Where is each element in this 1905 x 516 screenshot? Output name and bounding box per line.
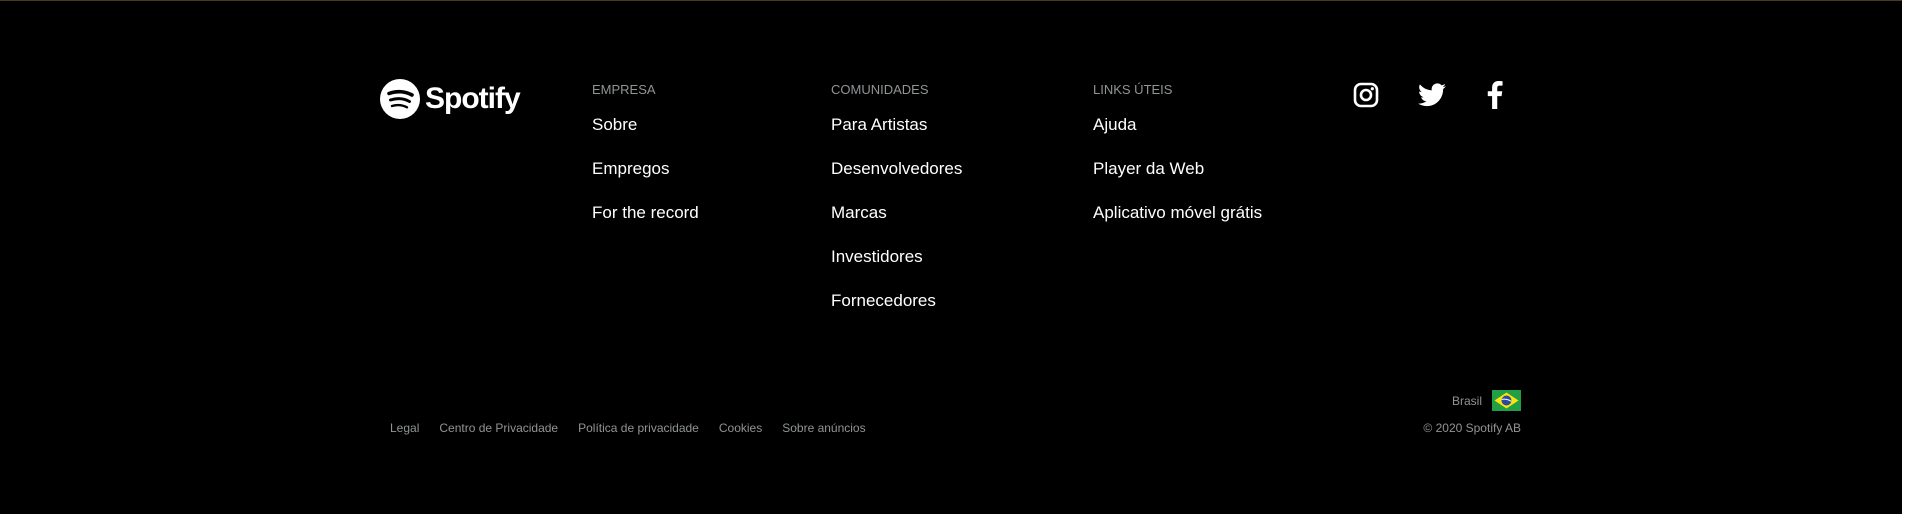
footer-link-empregos[interactable]: Empregos bbox=[592, 159, 669, 178]
footer-link-para-artistas[interactable]: Para Artistas bbox=[831, 115, 927, 134]
footer-link-fornecedores[interactable]: Fornecedores bbox=[831, 291, 936, 310]
copyright-text: © 2020 Spotify AB bbox=[1423, 421, 1521, 435]
footer-column-empresa: EMPRESA Sobre Empregos For the record bbox=[592, 82, 699, 247]
footer-link-desenvolvedores[interactable]: Desenvolvedores bbox=[831, 159, 962, 178]
cookies-link[interactable]: Cookies bbox=[719, 421, 762, 435]
country-label: Brasil bbox=[1451, 393, 1482, 408]
footer-link-sobre[interactable]: Sobre bbox=[592, 115, 637, 134]
footer-link-investidores[interactable]: Investidores bbox=[831, 247, 923, 266]
footer-column-links-uteis: LINKS ÚTEIS Ajuda Player da Web Aplicati… bbox=[1093, 82, 1262, 247]
footer-column-comunidades: COMUNIDADES Para Artistas Desenvolvedore… bbox=[831, 82, 962, 335]
about-ads-link[interactable]: Sobre anúncios bbox=[782, 421, 865, 435]
instagram-button[interactable] bbox=[1349, 78, 1383, 112]
twitter-icon bbox=[1418, 83, 1446, 107]
country-selector[interactable]: Brasil bbox=[1452, 390, 1521, 411]
privacy-policy-link[interactable]: Política de privacidade bbox=[578, 421, 699, 435]
legal-link[interactable]: Legal bbox=[390, 421, 419, 435]
spotify-logo-link[interactable]: Spotify bbox=[380, 79, 521, 119]
footer-link-player-da-web[interactable]: Player da Web bbox=[1093, 159, 1204, 178]
brazil-flag-icon bbox=[1492, 390, 1521, 411]
footer-link-marcas[interactable]: Marcas bbox=[831, 203, 887, 222]
footer-link-ajuda[interactable]: Ajuda bbox=[1093, 115, 1136, 134]
footer-link-for-the-record[interactable]: For the record bbox=[592, 203, 699, 222]
legal-links: Legal Centro de Privacidade Política de … bbox=[390, 421, 886, 435]
column-title: LINKS ÚTEIS bbox=[1093, 82, 1173, 97]
instagram-icon bbox=[1353, 82, 1379, 108]
spotify-logo-icon bbox=[380, 79, 420, 119]
spotify-wordmark: Spotify bbox=[425, 82, 521, 115]
facebook-icon bbox=[1487, 81, 1503, 109]
privacy-center-link[interactable]: Centro de Privacidade bbox=[439, 421, 558, 435]
site-footer: Spotify EMPRESA Sobre Empregos For the r… bbox=[0, 0, 1902, 514]
top-divider bbox=[0, 0, 1902, 1]
column-title: EMPRESA bbox=[592, 82, 656, 97]
twitter-button[interactable] bbox=[1415, 78, 1449, 112]
footer-link-aplicativo-movel[interactable]: Aplicativo móvel grátis bbox=[1093, 203, 1262, 222]
facebook-button[interactable] bbox=[1478, 78, 1512, 112]
column-title: COMUNIDADES bbox=[831, 82, 929, 97]
